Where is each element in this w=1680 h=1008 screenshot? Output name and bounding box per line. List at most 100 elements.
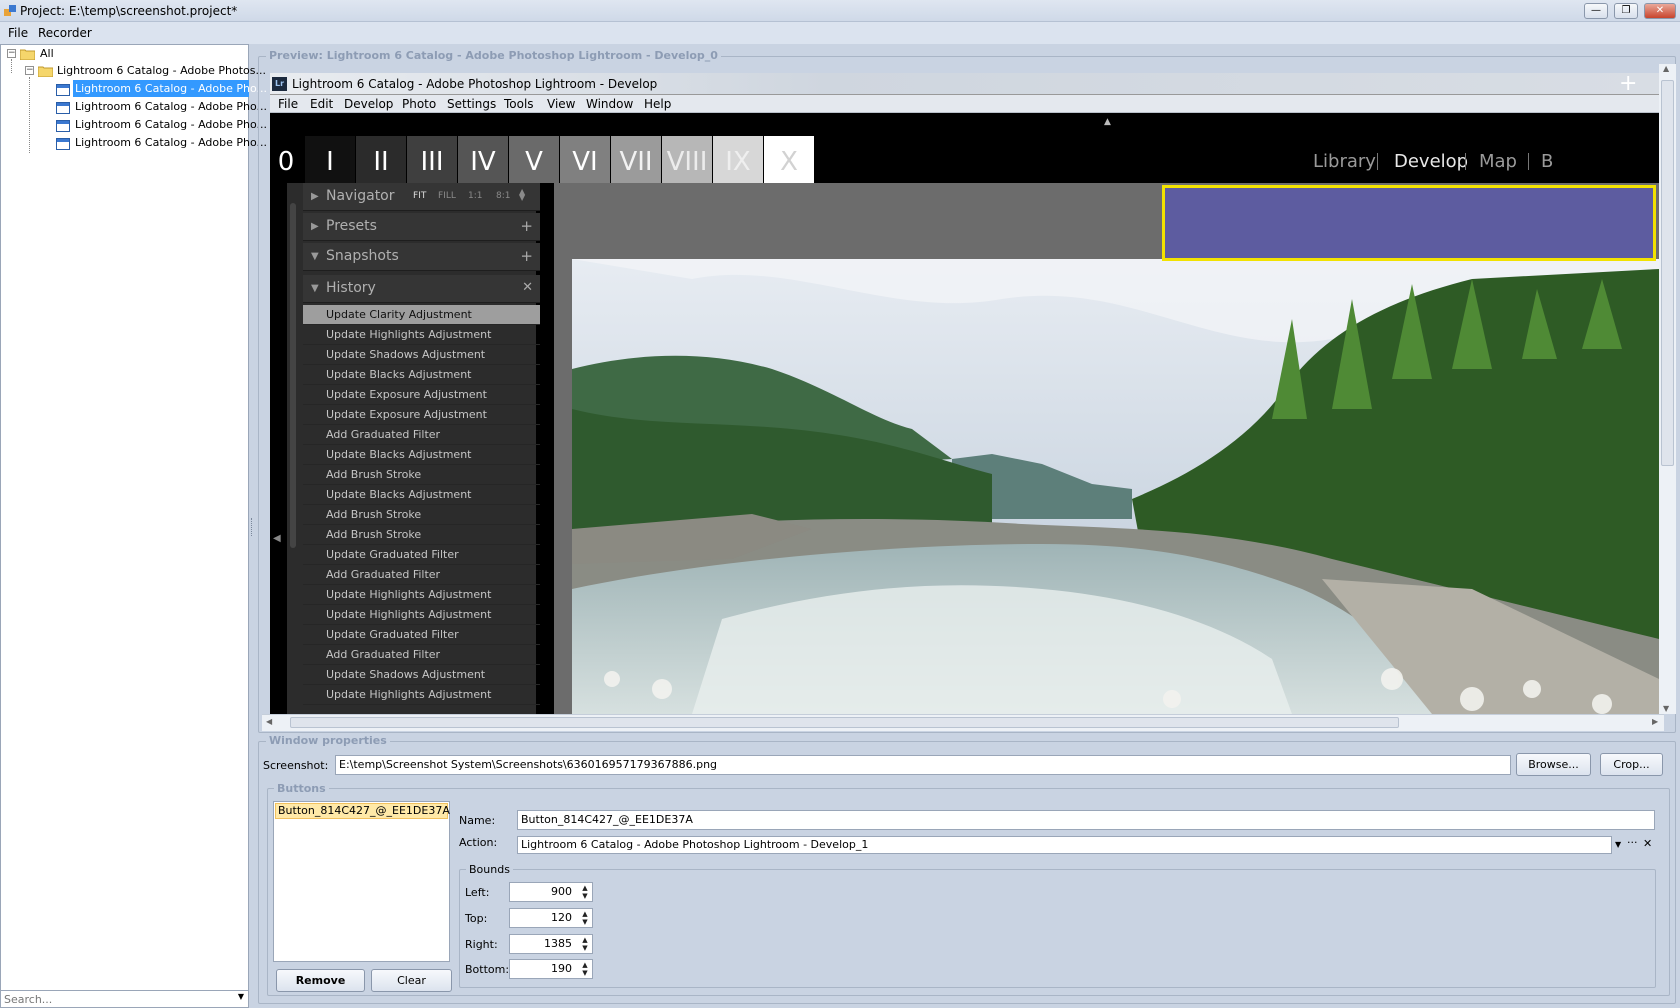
buttons-list[interactable] <box>273 801 450 962</box>
history-item[interactable]: Update Graduated Filter <box>303 625 540 645</box>
scroll-down-icon[interactable]: ▼ <box>1663 704 1669 713</box>
zoom-1-1[interactable]: 1:1 <box>468 191 482 201</box>
history-item[interactable]: Update Highlights Adjustment <box>303 585 540 605</box>
zoom-8-1[interactable]: 8:1 <box>496 191 510 201</box>
snapshots-panel-header[interactable]: ▼ Snapshots + <box>303 243 540 271</box>
collapse-top-icon[interactable]: ▲ <box>1104 117 1111 127</box>
rating-2[interactable]: II <box>356 136 406 183</box>
search-input[interactable]: Search... ▼ <box>0 990 249 1008</box>
bottom-stepper[interactable]: 190 ▲ ▼ <box>509 959 593 979</box>
lr-menu-file[interactable]: File <box>278 97 298 111</box>
lr-menu-help[interactable]: Help <box>644 97 671 111</box>
browse-button[interactable]: Browse... <box>1516 753 1591 776</box>
history-item[interactable]: Update Highlights Adjustment <box>303 685 540 705</box>
history-item[interactable]: Update Blacks Adjustment <box>303 485 540 505</box>
rating-9[interactable]: IX <box>713 136 763 183</box>
scroll-left-icon[interactable]: ◀ <box>266 717 272 726</box>
stepper-arrows-icon[interactable]: ▲ ▼ <box>580 936 590 952</box>
top-stepper[interactable]: 120 ▲ ▼ <box>509 908 593 928</box>
minimize-button[interactable]: — <box>1584 3 1608 19</box>
horizontal-scroll-thumb[interactable] <box>290 717 1399 728</box>
zoom-fill[interactable]: FILL <box>438 191 456 201</box>
name-field[interactable]: Button_814C427_@_EE1DE37A <box>517 810 1655 830</box>
module-library[interactable]: Library <box>1313 151 1376 172</box>
scroll-right-icon[interactable]: ▶ <box>1652 717 1658 726</box>
tree-node-all[interactable]: All <box>40 45 54 62</box>
history-item[interactable]: Update Highlights Adjustment <box>303 605 540 625</box>
history-item[interactable]: Update Blacks Adjustment <box>303 365 540 385</box>
screenshot-path-field[interactable]: E:\temp\Screenshot System\Screenshots\63… <box>335 755 1511 775</box>
rating-3[interactable]: III <box>407 136 457 183</box>
lr-menu-photo[interactable]: Photo <box>402 97 436 111</box>
history-item[interactable]: Add Graduated Filter <box>303 565 540 585</box>
history-item[interactable]: Add Graduated Filter <box>303 645 540 665</box>
vertical-scroll-thumb[interactable] <box>1661 80 1674 466</box>
right-stepper[interactable]: 1385 ▲ ▼ <box>509 934 593 954</box>
highlighted-button-region[interactable] <box>1162 185 1656 261</box>
tree-item[interactable]: Lightroom 6 Catalog - Adobe Pho... <box>75 134 267 151</box>
lr-menu-window[interactable]: Window <box>586 97 633 111</box>
zoom-stepper-icon[interactable]: ▲ ▼ <box>519 188 525 202</box>
history-item[interactable]: Update Clarity Adjustment <box>303 305 540 325</box>
history-item[interactable]: Update Exposure Adjustment <box>303 385 540 405</box>
lr-menu-view[interactable]: View <box>547 97 575 111</box>
lr-menu-edit[interactable]: Edit <box>310 97 333 111</box>
scroll-up-icon[interactable]: ▲ <box>1663 64 1669 73</box>
stepper-arrows-icon[interactable]: ▲ ▼ <box>580 910 590 926</box>
tree-item[interactable]: Lightroom 6 Catalog - Adobe Pho... <box>73 80 267 97</box>
close-button[interactable]: ✕ <box>1644 3 1676 19</box>
project-tree[interactable]: − All − Lightroom 6 Catalog - Adobe Phot… <box>0 44 267 991</box>
chevron-down-icon[interactable]: ▼ <box>1615 840 1621 849</box>
menu-recorder[interactable]: Recorder <box>38 26 92 40</box>
history-item[interactable]: Add Brush Stroke <box>303 525 540 545</box>
add-snapshot-icon[interactable]: + <box>520 247 533 265</box>
crop-button[interactable]: Crop... <box>1600 753 1663 776</box>
left-stepper[interactable]: 900 ▲ ▼ <box>509 882 593 902</box>
lr-menu-settings[interactable]: Settings <box>447 97 496 111</box>
tree-item[interactable]: Lightroom 6 Catalog - Adobe Pho... <box>75 98 267 115</box>
collapse-all-icon[interactable]: − <box>7 49 16 58</box>
stepper-arrows-icon[interactable]: ▲ ▼ <box>580 884 590 900</box>
remove-button[interactable]: Remove <box>276 969 365 992</box>
clear-action-icon[interactable]: ✕ <box>1643 837 1652 850</box>
history-item[interactable]: Update Blacks Adjustment <box>303 445 540 465</box>
chevron-down-icon[interactable]: ▼ <box>238 992 244 1001</box>
tree-node-folder[interactable]: Lightroom 6 Catalog - Adobe Photos... <box>57 62 266 79</box>
lr-menu-tools[interactable]: Tools <box>504 97 534 111</box>
history-item[interactable]: Add Brush Stroke <box>303 505 540 525</box>
rating-4[interactable]: IV <box>458 136 508 183</box>
module-book[interactable]: B <box>1541 151 1553 172</box>
action-field[interactable]: Lightroom 6 Catalog - Adobe Photoshop Li… <box>517 836 1612 854</box>
history-item[interactable]: Add Graduated Filter <box>303 425 540 445</box>
button-list-item[interactable]: Button_814C427_@_EE1DE37A <box>275 803 450 819</box>
rating-7[interactable]: VII <box>611 136 661 183</box>
clear-history-icon[interactable]: ✕ <box>522 280 533 295</box>
lr-menu-develop[interactable]: Develop <box>344 97 393 111</box>
history-item[interactable]: Update Graduated Filter <box>303 545 540 565</box>
add-preset-icon[interactable]: + <box>520 217 533 235</box>
ellipsis-icon[interactable]: ··· <box>1627 836 1638 849</box>
maximize-button[interactable]: ❐ <box>1614 3 1638 19</box>
rating-1[interactable]: I <box>305 136 355 183</box>
rating-5[interactable]: V <box>509 136 559 183</box>
stepper-arrows-icon[interactable]: ▲ ▼ <box>580 961 590 977</box>
module-develop[interactable]: Develop <box>1394 151 1468 172</box>
module-map[interactable]: Map <box>1479 151 1517 172</box>
history-panel-header[interactable]: ▼ History ✕ <box>303 275 540 303</box>
rating-8[interactable]: VIII <box>662 136 712 183</box>
history-item[interactable]: Add Brush Stroke <box>303 465 540 485</box>
navigator-panel-header[interactable]: ▶ Navigator FIT FILL 1:1 8:1 ▲ ▼ <box>303 183 540 211</box>
panel-scrollbar[interactable] <box>290 203 296 548</box>
rating-10[interactable]: X <box>764 136 814 183</box>
menu-file[interactable]: File <box>8 26 28 40</box>
clear-button[interactable]: Clear <box>371 969 452 992</box>
history-item[interactable]: Update Exposure Adjustment <box>303 405 540 425</box>
presets-panel-header[interactable]: ▶ Presets + <box>303 213 540 241</box>
history-item[interactable]: Update Highlights Adjustment <box>303 325 540 345</box>
collapse-folder-icon[interactable]: − <box>25 66 34 75</box>
history-item[interactable]: Update Shadows Adjustment <box>303 345 540 365</box>
collapse-left-icon[interactable]: ◀ <box>273 533 281 544</box>
rating-6[interactable]: VI <box>560 136 610 183</box>
splitter-handle[interactable] <box>251 518 254 536</box>
rating-0[interactable]: 0 <box>270 136 302 183</box>
